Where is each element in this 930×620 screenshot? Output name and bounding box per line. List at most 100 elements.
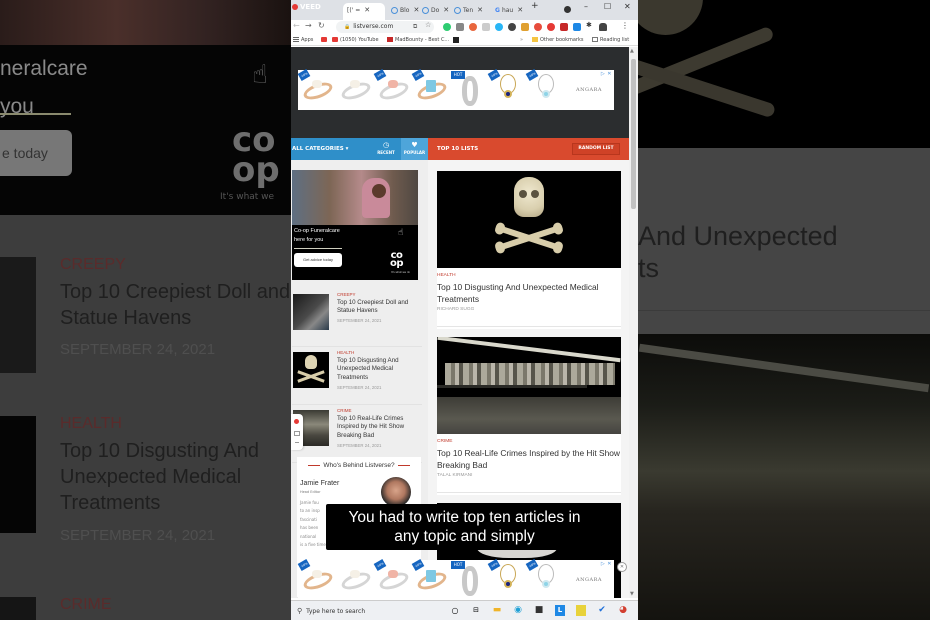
adchoices-icon[interactable]: ▷ ✕ bbox=[601, 561, 612, 567]
popular-tab[interactable]: ♥ POPULAR bbox=[401, 138, 428, 160]
editor-name[interactable]: Jamie Frater bbox=[300, 480, 339, 487]
store-icon[interactable]: ■ bbox=[534, 605, 544, 616]
cortana-icon[interactable]: ○ bbox=[450, 605, 460, 616]
close-ad-button[interactable]: ✕ bbox=[617, 562, 627, 572]
forward-icon[interactable]: → bbox=[305, 21, 312, 30]
close-tab-icon[interactable]: ✕ bbox=[517, 6, 523, 14]
bookmark-madbounty[interactable]: MadBounty - Best C... bbox=[387, 35, 449, 45]
recent-tab[interactable]: ◷ RECENT bbox=[373, 141, 399, 155]
ad-product[interactable]: HOT bbox=[450, 560, 488, 598]
ad-product[interactable] bbox=[336, 70, 374, 110]
close-window-button[interactable]: ✕ bbox=[624, 2, 631, 11]
item-title[interactable]: Top 10 Real-Life Crimes Inspired by the … bbox=[337, 415, 422, 440]
app-yellow-icon[interactable] bbox=[576, 605, 586, 616]
ad-product[interactable]: -10% bbox=[297, 559, 336, 598]
article-category[interactable]: HEALTH bbox=[437, 273, 456, 278]
ad-product[interactable] bbox=[336, 560, 374, 598]
extension-icon[interactable] bbox=[560, 23, 568, 31]
extension-icon[interactable] bbox=[495, 23, 503, 31]
item-title[interactable]: Top 10 Creepiest Doll and Statue Havens bbox=[337, 299, 422, 316]
minimize-icon[interactable] bbox=[295, 442, 299, 443]
article-card[interactable]: HEALTH Top 10 Disgusting And Unexpected … bbox=[437, 171, 621, 329]
article-author[interactable]: RICHARD SUGG bbox=[437, 307, 474, 312]
camera-icon[interactable] bbox=[294, 431, 300, 436]
extension-icon[interactable] bbox=[482, 23, 490, 31]
list-item[interactable]: CREEPY Top 10 Creepiest Doll and Statue … bbox=[292, 292, 422, 347]
scroll-up-icon[interactable]: ▲ bbox=[630, 48, 634, 54]
article-image[interactable] bbox=[437, 171, 621, 268]
ad-product[interactable]: -10% bbox=[411, 559, 450, 598]
ad-product[interactable]: -10% bbox=[373, 69, 412, 110]
chrome-icon[interactable]: ◕ bbox=[618, 605, 628, 616]
article-title[interactable]: Top 10 Real-Life Crimes Inspired by the … bbox=[437, 447, 621, 471]
ad-product[interactable]: -10% bbox=[411, 69, 450, 110]
article-category[interactable]: CRIME bbox=[437, 439, 452, 444]
record-icon[interactable] bbox=[294, 419, 299, 424]
bottom-ad-banner[interactable]: -10% -10% -10% HOT -10% -10% ANGARA ▷ ✕ bbox=[297, 559, 614, 598]
extension-icon[interactable] bbox=[456, 23, 464, 31]
article-card[interactable]: CRIME Top 10 Real-Life Crimes Inspired b… bbox=[437, 337, 621, 495]
random-list-button[interactable]: RANDOM LIST bbox=[572, 143, 620, 155]
coop-ad[interactable]: Co-op Funeralcare here for you Get advic… bbox=[292, 170, 418, 280]
close-tab-icon[interactable]: ✕ bbox=[364, 6, 370, 14]
ad-product[interactable]: -10% bbox=[487, 559, 526, 598]
article-title[interactable]: Top 10 Disgusting And Unexpected Medical… bbox=[437, 281, 621, 305]
ad-product[interactable]: -10% bbox=[487, 69, 526, 110]
extension-icon[interactable] bbox=[547, 23, 555, 31]
taskbar-search[interactable]: ⚲ Type here to search bbox=[297, 604, 442, 618]
tab[interactable]: Blo ✕ bbox=[387, 3, 419, 20]
close-tab-icon[interactable]: ✕ bbox=[443, 6, 449, 14]
extension-icon[interactable] bbox=[469, 23, 477, 31]
bookmark-reading-list[interactable]: Reading list bbox=[592, 35, 629, 45]
bookmarks-overflow-button[interactable]: » bbox=[520, 35, 523, 45]
extension-icon[interactable] bbox=[443, 23, 451, 31]
item-thumbnail[interactable] bbox=[293, 352, 329, 388]
item-thumbnail[interactable] bbox=[293, 294, 329, 330]
extension-icon[interactable] bbox=[534, 23, 542, 31]
extension-icon[interactable] bbox=[521, 23, 529, 31]
maximize-button[interactable]: ☐ bbox=[604, 2, 611, 11]
bookmark-star-icon[interactable]: ☆ bbox=[425, 21, 431, 29]
ad-product[interactable]: -10% bbox=[297, 69, 336, 110]
profile-icon[interactable] bbox=[564, 6, 571, 13]
get-advice-button[interactable]: Get advice today bbox=[294, 253, 342, 267]
extensions-puzzle-icon[interactable]: ✱ bbox=[586, 21, 592, 29]
tab-active[interactable]: [(' = ✕ bbox=[343, 3, 385, 20]
app-check-icon[interactable]: ✔ bbox=[597, 605, 607, 616]
menu-kebab-icon[interactable]: ⋮ bbox=[621, 21, 629, 30]
recorder-widget[interactable] bbox=[291, 414, 303, 450]
all-categories-dropdown[interactable]: ALL CATEGORIES ▾ bbox=[292, 138, 348, 160]
extension-icon[interactable] bbox=[508, 23, 516, 31]
edge-icon[interactable]: ◉ bbox=[513, 605, 523, 616]
cast-icon[interactable]: ⧉ bbox=[413, 23, 417, 31]
bookmark-unnamed[interactable] bbox=[453, 35, 461, 45]
extension-icon[interactable] bbox=[573, 23, 581, 31]
bookmark-apps[interactable]: Apps bbox=[293, 35, 313, 45]
article-image[interactable] bbox=[437, 337, 621, 434]
ad-product[interactable]: -10% bbox=[525, 559, 564, 598]
ad-brand[interactable]: ANGARA ▷ ✕ bbox=[564, 70, 614, 110]
file-explorer-icon[interactable]: ▬ bbox=[492, 605, 502, 616]
tab[interactable]: Do ✕ bbox=[418, 3, 449, 20]
item-category[interactable]: CRIME bbox=[337, 408, 352, 413]
adchoices-icon[interactable]: ▷ ✕ bbox=[601, 71, 612, 77]
page-scrollbar[interactable]: ▲ ▼ bbox=[629, 47, 638, 598]
list-item[interactable]: HEALTH Top 10 Disgusting And Unexpected … bbox=[292, 350, 422, 405]
item-category[interactable]: HEALTH bbox=[337, 350, 354, 355]
ad-product[interactable]: HOT bbox=[450, 70, 488, 110]
article-author[interactable]: TALAL KIRMANI bbox=[437, 473, 472, 478]
close-tab-icon[interactable]: ✕ bbox=[477, 6, 483, 14]
ad-product[interactable]: -10% bbox=[373, 559, 412, 598]
bookmark-other[interactable]: Other bookmarks bbox=[532, 35, 583, 45]
bookmark-youtube-icon-only[interactable] bbox=[321, 35, 329, 45]
back-icon[interactable]: ← bbox=[293, 21, 300, 30]
item-category[interactable]: CREEPY bbox=[337, 292, 356, 297]
address-bar[interactable]: 🔒 listverse.com bbox=[336, 21, 434, 33]
app-l-icon[interactable]: L bbox=[555, 605, 565, 616]
top-lists-heading[interactable]: TOP 10 LISTS bbox=[437, 138, 478, 160]
reload-icon[interactable]: ↻ bbox=[318, 21, 325, 30]
tab[interactable]: Ten ✕ bbox=[450, 3, 483, 20]
ad-brand[interactable]: ANGARA ▷ ✕ bbox=[564, 560, 614, 598]
item-title[interactable]: Top 10 Disgusting And Unexpected Medical… bbox=[337, 357, 422, 382]
top-ad-banner[interactable]: -10% -10% -10% HOT -10% -10% ANGARA ▷ ✕ bbox=[297, 69, 614, 110]
